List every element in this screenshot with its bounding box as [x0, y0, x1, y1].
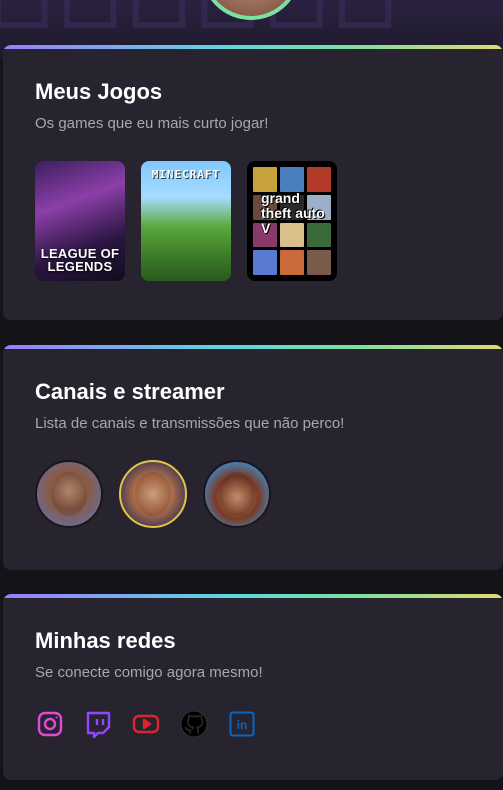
channels-card: Canais e streamer Lista de canais e tran…: [3, 345, 503, 570]
youtube-link[interactable]: [131, 709, 161, 739]
channel-avatar[interactable]: [119, 460, 187, 528]
games-card: Meus Jogos Os games que eu mais curto jo…: [3, 45, 503, 320]
twitch-icon: [86, 711, 111, 738]
github-link[interactable]: [179, 709, 209, 739]
socials-subtitle: Se conecte comigo agora mesmo!: [35, 664, 263, 681]
avatar-face: [219, 472, 255, 516]
games-list: LEAGUE OF LEGENDS MINECRAFT grand theft …: [35, 161, 337, 281]
channels-list: [35, 460, 271, 528]
avatar-face: [135, 472, 171, 516]
game-cover-text: LEAGUE OF LEGENDS: [40, 246, 120, 274]
games-subtitle: Os games que eu mais curto jogar!: [35, 115, 269, 132]
games-title: Meus Jogos: [35, 79, 163, 104]
instagram-icon: [37, 711, 63, 737]
socials-card: Minhas redes Se conecte comigo agora mes…: [3, 594, 503, 780]
youtube-icon: [132, 714, 160, 734]
svg-text:in: in: [237, 718, 248, 732]
instagram-link[interactable]: [35, 709, 65, 739]
channel-avatar[interactable]: [35, 460, 103, 528]
channels-title: Canais e streamer: [35, 379, 225, 404]
linkedin-link[interactable]: in: [227, 709, 257, 739]
twitch-link[interactable]: [83, 709, 113, 739]
game-league-of-legends[interactable]: LEAGUE OF LEGENDS: [35, 161, 125, 281]
linkedin-icon: in: [229, 711, 255, 737]
game-minecraft[interactable]: MINECRAFT: [141, 161, 231, 281]
hero-decorative-letters: ☐☐☐☐☐☐: [0, 0, 403, 42]
game-cover-text: MINECRAFT: [151, 168, 221, 181]
social-links: in: [35, 709, 257, 739]
game-gta-v[interactable]: grand theft auto V: [247, 161, 337, 281]
channel-avatar[interactable]: [203, 460, 271, 528]
channels-subtitle: Lista de canais e transmissões que não p…: [35, 415, 345, 432]
socials-title: Minhas redes: [35, 628, 176, 653]
avatar-face: [51, 472, 87, 516]
game-cover-text: grand theft auto V: [261, 190, 325, 236]
github-icon: [180, 710, 208, 738]
